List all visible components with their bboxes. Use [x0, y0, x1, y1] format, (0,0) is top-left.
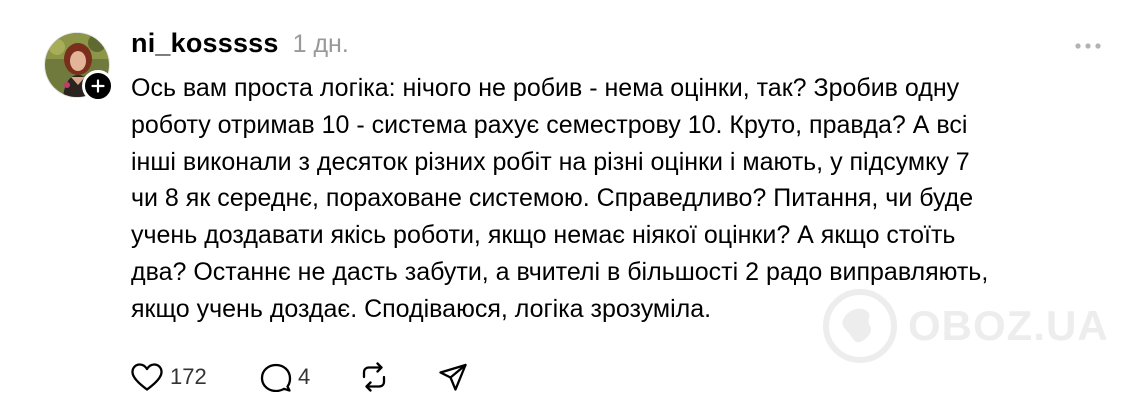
- avatar-container: [44, 32, 114, 102]
- more-dots-icon: [1075, 43, 1101, 49]
- globe-logo-icon: [823, 289, 897, 363]
- repost-icon: [362, 362, 386, 392]
- more-options-button[interactable]: [1072, 36, 1104, 56]
- post-text-line: роботу отримав 10 - система рахує семест…: [131, 110, 968, 139]
- plus-icon: [91, 79, 105, 93]
- send-icon: [439, 363, 467, 391]
- post-header: ni_kosssss 1 дн.: [131, 28, 349, 64]
- thread-post: ni_kosssss 1 дн. Ось вам проста логіка: …: [0, 0, 1142, 400]
- follow-button[interactable]: [82, 70, 114, 102]
- post-text-line: Ось вам проста логіка: нічого не робив -…: [131, 74, 960, 102]
- username-link[interactable]: ni_kosssss: [131, 28, 279, 59]
- post-text-line: учень доздавати якісь роботи, якщо немає…: [131, 221, 956, 250]
- repost-button[interactable]: [358, 361, 438, 393]
- post-text-line: чи 8 як середнє, пораховане системою. Сп…: [131, 184, 974, 213]
- heart-icon: [131, 363, 163, 391]
- share-button[interactable]: [438, 362, 478, 392]
- like-button[interactable]: 172: [130, 362, 260, 392]
- post-text-line: інші виконали з десяток різних робіт на …: [131, 147, 970, 176]
- post-text-line: два? Останнє не дасть забути, а вчителі …: [131, 257, 989, 286]
- watermark-text: OBOZ.UA: [908, 302, 1109, 349]
- reply-count: 4: [298, 364, 311, 389]
- watermark: OBOZ.UA: [822, 288, 1109, 364]
- comment-bubble-icon: [260, 363, 292, 392]
- like-count: 172: [170, 364, 207, 389]
- post-timestamp: 1 дн.: [292, 30, 349, 58]
- post-actions: 172 4: [130, 360, 478, 394]
- reply-button[interactable]: 4: [260, 362, 358, 392]
